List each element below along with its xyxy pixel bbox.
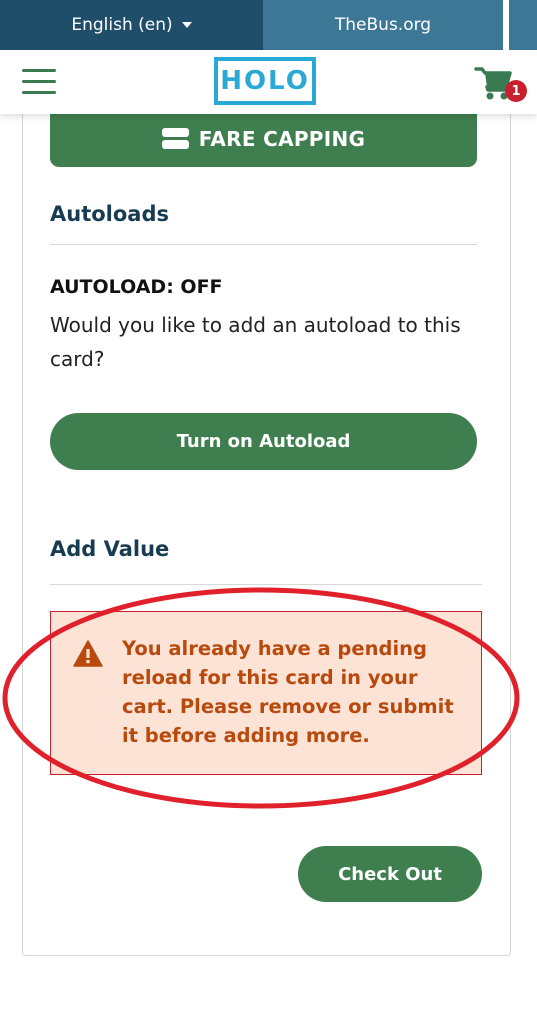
topbar-overflow-tab[interactable] xyxy=(509,0,537,50)
autoload-question: Would you like to add an autoload to thi… xyxy=(50,313,461,371)
thebus-link[interactable]: TheBus.org xyxy=(263,0,503,50)
top-bar: English (en) TheBus.org xyxy=(0,0,537,50)
language-label: English (en) xyxy=(71,15,173,35)
fare-capping-icon xyxy=(161,127,189,150)
divider xyxy=(50,244,477,245)
site-header: HOLO xyxy=(0,50,537,114)
turn-on-autoload-label: Turn on Autoload xyxy=(176,431,351,452)
divider xyxy=(50,584,482,585)
alert-message: You already have a pending reload for th… xyxy=(122,637,454,747)
menu-icon[interactable] xyxy=(22,69,56,95)
autoloads-heading: Autoloads xyxy=(50,202,169,226)
fare-capping-button[interactable]: FARE CAPPING xyxy=(50,110,477,167)
pending-reload-alert: You already have a pending reload for th… xyxy=(50,611,482,775)
turn-on-autoload-button[interactable]: Turn on Autoload xyxy=(50,413,477,470)
holo-logo[interactable]: HOLO xyxy=(214,57,316,105)
fare-capping-label: FARE CAPPING xyxy=(198,126,366,151)
logo-text: HOLO xyxy=(220,66,310,96)
autoload-status: AUTOLOAD: OFF xyxy=(50,276,223,298)
thebus-link-label: TheBus.org xyxy=(334,15,432,35)
add-value-heading: Add Value xyxy=(50,537,170,560)
caret-down-icon xyxy=(181,22,192,28)
check-out-label: Check Out xyxy=(338,863,442,885)
language-selector[interactable]: English (en) xyxy=(0,0,263,50)
cart-count-badge: 1 xyxy=(505,80,527,102)
card-panel xyxy=(22,100,511,956)
check-out-button[interactable]: Check Out xyxy=(298,846,482,902)
warning-icon xyxy=(73,640,103,667)
